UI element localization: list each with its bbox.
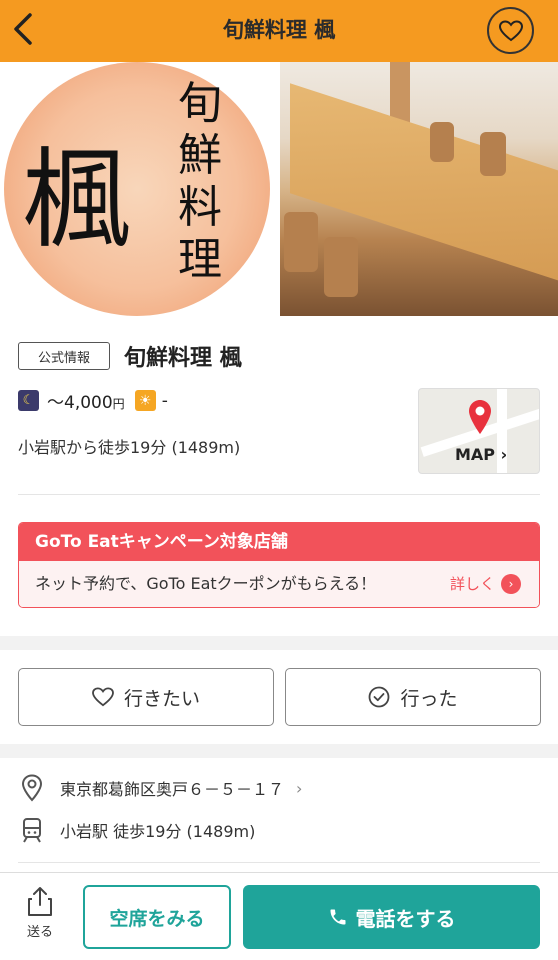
check-seats-button[interactable]: 空席をみる [83, 885, 231, 949]
station-text: 小岩駅 徒歩19分 (1489m) [60, 822, 256, 841]
divider [18, 862, 540, 863]
moon-icon: ☾ [18, 390, 39, 411]
logo-char: 旬 [178, 78, 222, 129]
heart-icon [498, 19, 523, 41]
want-to-go-label: 行きたい [123, 687, 200, 710]
interior-photo[interactable] [280, 62, 558, 316]
official-badge: 公式情報 [18, 342, 110, 370]
share-button[interactable]: 送る [14, 885, 66, 951]
yen-unit: 円 [112, 397, 125, 411]
hero-images: 楓 旬 鮮 料 理 [0, 62, 558, 316]
access-info: 小岩駅から徒歩19分 (1489m) [18, 438, 241, 457]
goto-eat-more-link[interactable]: 詳しく › [450, 561, 521, 607]
goto-eat-more-label: 詳しく [449, 575, 495, 593]
chevron-right-icon: › [501, 574, 521, 594]
map-button[interactable]: MAP › [418, 388, 540, 474]
page-title: 旬鮮料理 楓 [222, 18, 336, 42]
section-gap [0, 636, 558, 650]
store-name: 旬鮮料理 楓 [124, 346, 242, 371]
divider [18, 494, 540, 495]
goto-eat-title: GoTo Eatキャンペーン対象店舗 [19, 523, 539, 561]
goto-eat-banner[interactable]: GoTo Eatキャンペーン対象店舗 ネット予約で、GoTo Eatクーポンがも… [18, 522, 540, 608]
goto-eat-body: ネット予約で、GoTo Eatクーポンがもらえる！ 詳しく › [19, 561, 539, 607]
logo-char: 鮮 [178, 130, 222, 181]
location-pin-icon [18, 774, 46, 802]
check-circle-icon [369, 686, 390, 708]
address-row[interactable]: 東京都葛飾区奥戸６－５－１７ › [18, 774, 302, 802]
logo-char: 理 [178, 234, 222, 285]
call-label: 電話をする [355, 906, 456, 931]
photo-chair [480, 132, 506, 176]
bottom-action-bar: 送る 空席をみる 電話をする [0, 872, 558, 960]
logo-kanji-main: 楓 [22, 138, 131, 263]
section-gap [0, 744, 558, 758]
want-to-go-button[interactable]: 行きたい [18, 668, 274, 726]
price-row: ☾ 〜4,000円 ☀ - [18, 388, 168, 413]
phone-icon [330, 909, 345, 925]
logo-char: 料 [178, 182, 222, 233]
map-label: MAP › [455, 445, 508, 464]
went-button[interactable]: 行った [285, 668, 541, 726]
dinner-price-value: 〜4,000 [47, 393, 113, 413]
heart-icon [92, 687, 114, 707]
call-button[interactable]: 電話をする [243, 885, 540, 949]
chevron-right-icon: › [296, 778, 303, 798]
logo-kanji-column: 旬 鮮 料 理 [170, 78, 230, 286]
favorite-button[interactable] [487, 7, 534, 54]
went-label: 行った [400, 687, 458, 710]
photo-chair [324, 237, 358, 297]
photo-chair [284, 212, 318, 272]
station-row: 小岩駅 徒歩19分 (1489m) [18, 816, 255, 844]
share-icon [28, 887, 52, 916]
sun-icon: ☀ [134, 390, 156, 411]
app-header: 旬鮮料理 楓 [0, 0, 558, 62]
lunch-price: - [161, 390, 168, 411]
share-label: 送る [26, 925, 53, 940]
photo-chair [430, 122, 454, 162]
map-pin-icon [469, 400, 491, 434]
train-icon [18, 816, 46, 844]
store-logo[interactable]: 楓 旬 鮮 料 理 [0, 62, 278, 316]
address-text: 東京都葛飾区奥戸６－５－１７ [60, 780, 285, 799]
goto-eat-text: ネット予約で、GoTo Eatクーポンがもらえる！ [35, 574, 377, 593]
dinner-price: 〜4,000円 [47, 388, 125, 413]
